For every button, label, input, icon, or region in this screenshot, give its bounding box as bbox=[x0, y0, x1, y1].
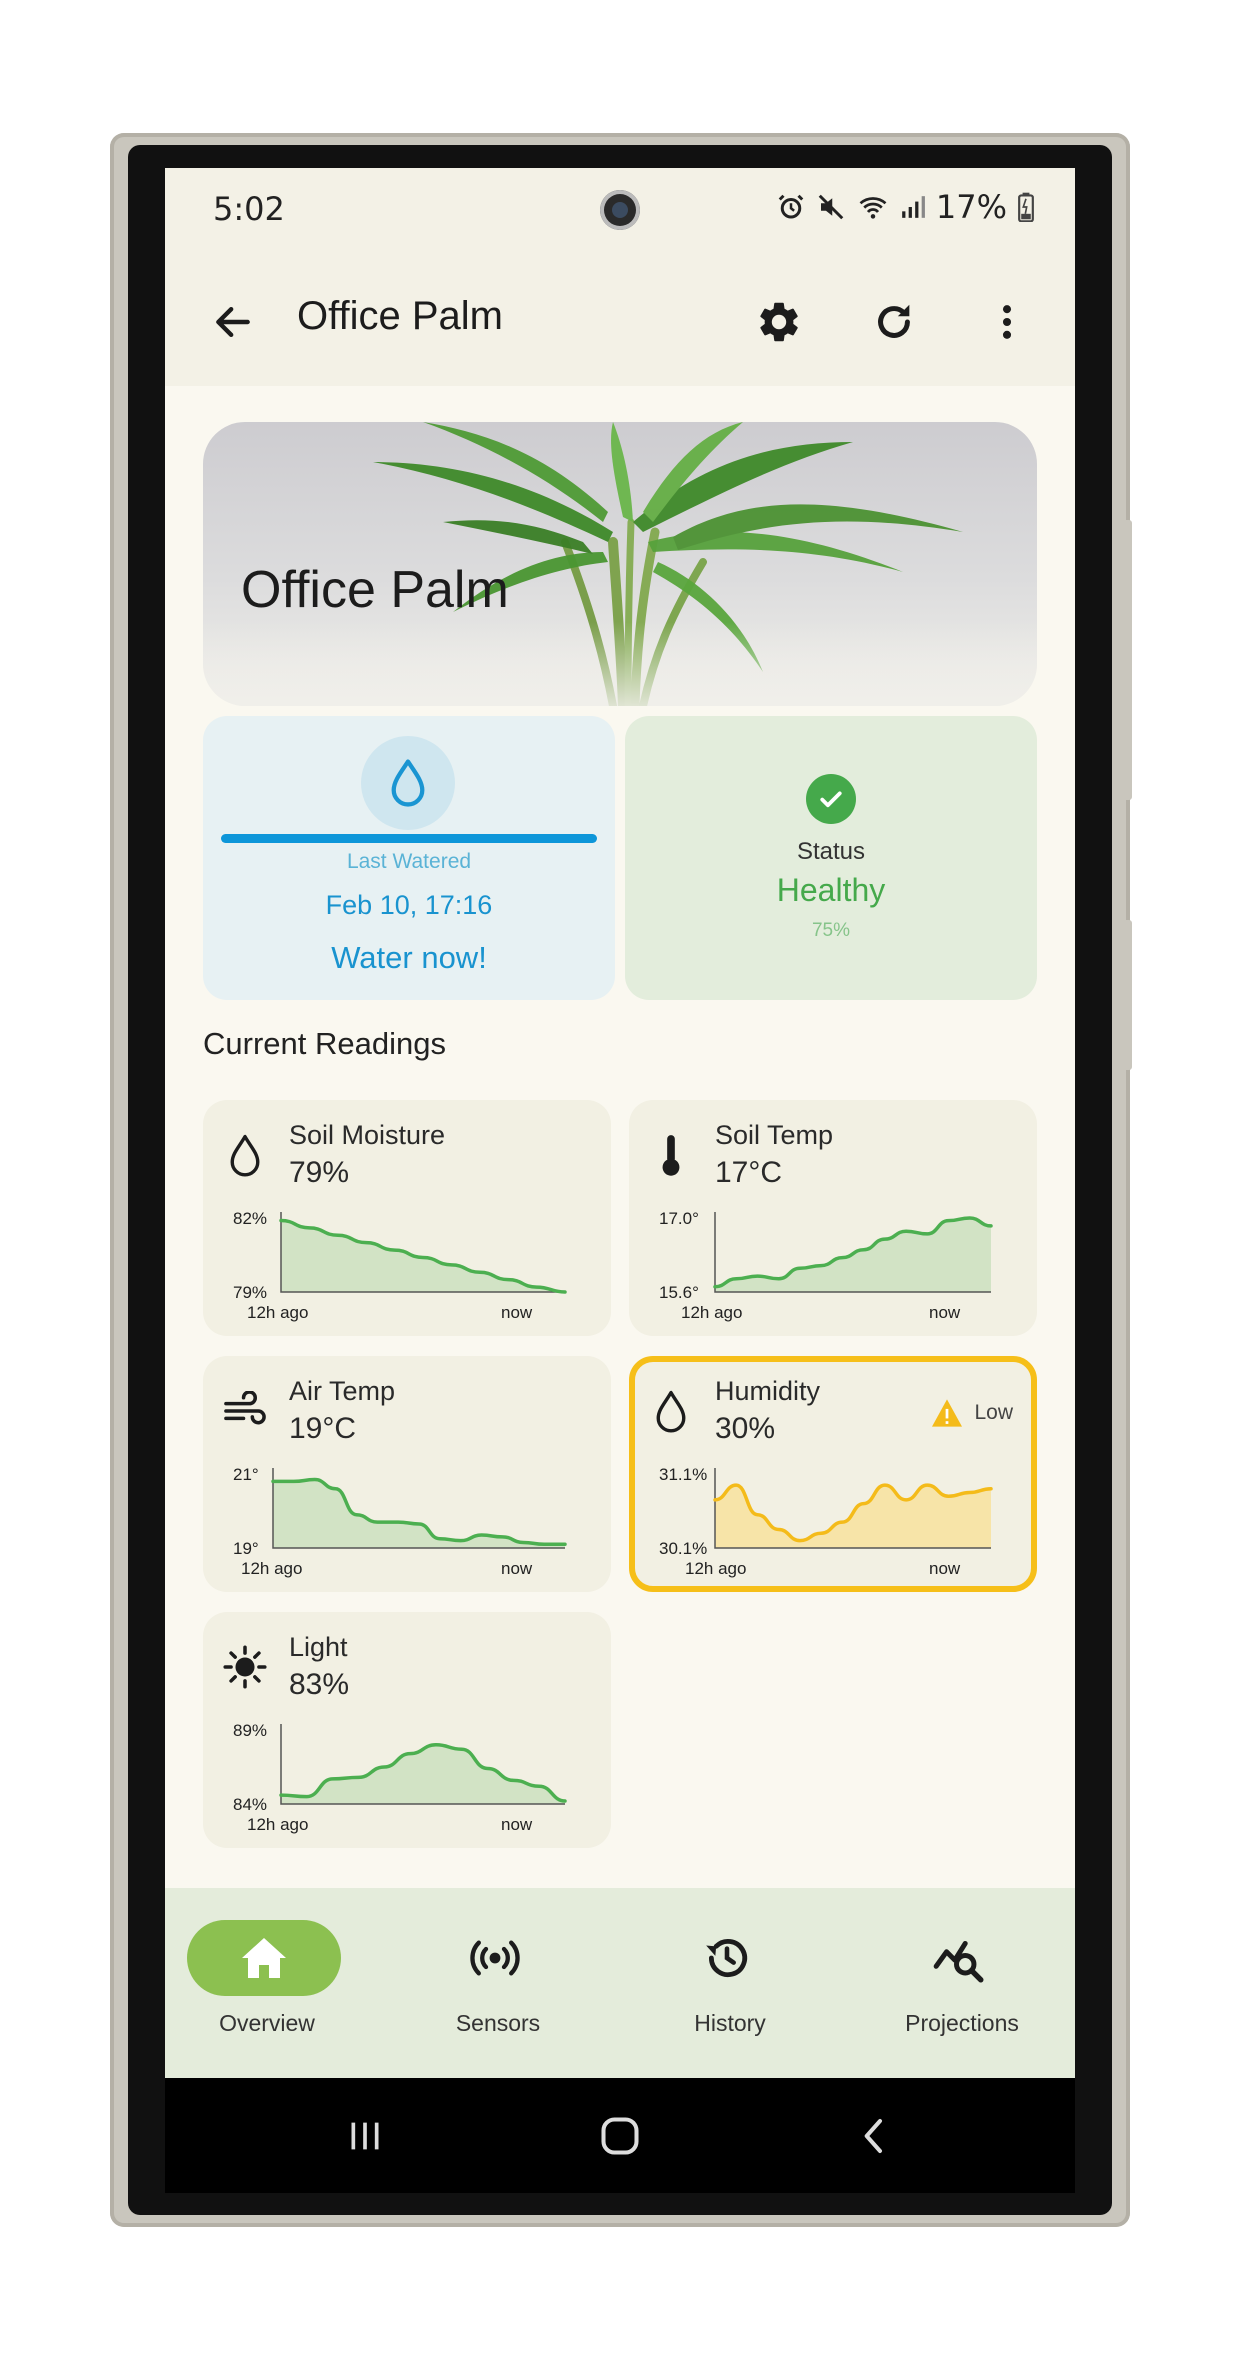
front-camera bbox=[600, 190, 640, 230]
x-end-label: now bbox=[501, 1303, 533, 1322]
back-arrow-icon bbox=[216, 306, 250, 338]
battery-percent: 17% bbox=[935, 188, 1007, 226]
status-card: Status Healthy 75% bbox=[625, 716, 1037, 1000]
nav-label: Sensors bbox=[455, 2010, 541, 2036]
water-now-button[interactable]: Water now! bbox=[203, 940, 615, 976]
status-icons: 17% bbox=[776, 188, 1035, 226]
sensor-card-air-temp[interactable]: Air Temp 19°C 21° 19° 12h ago now bbox=[203, 1356, 611, 1592]
app-bar-title: Office Palm bbox=[297, 294, 503, 338]
system-navigation-bar bbox=[165, 2078, 1075, 2193]
history-icon bbox=[706, 1938, 748, 1978]
nav-item-overview[interactable]: Overview bbox=[165, 1920, 377, 2050]
sensor-chart: 31.1% 30.1% 12h ago now bbox=[659, 1465, 993, 1578]
y-min-label: 19° bbox=[233, 1539, 259, 1558]
y-min-label: 15.6° bbox=[659, 1283, 699, 1302]
status-bar: 5:02 17% bbox=[165, 168, 1075, 258]
refresh-button[interactable] bbox=[862, 290, 926, 354]
x-end-label: now bbox=[929, 1559, 961, 1578]
home-circle-icon bbox=[601, 2117, 639, 2155]
more-options-button[interactable] bbox=[975, 290, 1039, 354]
projections-icon bbox=[933, 1940, 984, 1983]
nav-label: History bbox=[694, 2010, 766, 2036]
battery-icon bbox=[1018, 192, 1034, 222]
nav-label: Overview bbox=[219, 2010, 315, 2036]
gear-icon bbox=[760, 302, 798, 342]
y-max-label: 21° bbox=[233, 1465, 259, 1484]
y-max-label: 89% bbox=[233, 1721, 267, 1740]
nav-item-projections[interactable]: Projections bbox=[852, 1920, 1072, 2050]
nav-pill bbox=[882, 1920, 1036, 1996]
nav-label: Projections bbox=[905, 2010, 1019, 2036]
back-system-button[interactable] bbox=[845, 2106, 905, 2166]
sensor-card-soil-temp[interactable]: Soil Temp 17°C 17.0° 15.6° 12h ago now bbox=[629, 1100, 1037, 1336]
nav-pill bbox=[650, 1920, 804, 1996]
app-bar: Office Palm bbox=[165, 258, 1075, 386]
sensor-card-soil-moisture[interactable]: Soil Moisture 79% 82% 79% 12h ago now bbox=[203, 1100, 611, 1336]
alarm-icon bbox=[778, 194, 804, 219]
status-time: 5:02 bbox=[213, 190, 285, 228]
power-button bbox=[1122, 920, 1132, 1070]
x-start-label: 12h ago bbox=[681, 1303, 742, 1322]
y-min-label: 79% bbox=[233, 1283, 267, 1302]
chart-area bbox=[281, 1744, 565, 1804]
sensor-chart: 89% 84% 12h ago now bbox=[233, 1721, 567, 1834]
signal-icon bbox=[902, 196, 925, 218]
more-vert-icon bbox=[1002, 305, 1012, 339]
last-watered-label: Last Watered bbox=[346, 850, 472, 873]
plant-hero-image: Office Palm bbox=[203, 422, 1037, 706]
recents-button[interactable] bbox=[335, 2106, 395, 2166]
mute-icon bbox=[818, 194, 844, 220]
last-watered-date: Feb 10, 17:16 bbox=[325, 890, 493, 920]
y-max-label: 82% bbox=[233, 1209, 267, 1228]
settings-button[interactable] bbox=[747, 290, 811, 354]
sensor-chart: 82% 79% 12h ago now bbox=[233, 1209, 567, 1322]
sensor-chart: 21° 19° 12h ago now bbox=[233, 1465, 567, 1578]
nav-active-pill bbox=[187, 1920, 341, 1996]
sensor-card-light[interactable]: Light 83% 89% 84% 12h ago now bbox=[203, 1612, 611, 1848]
refresh-icon bbox=[878, 304, 910, 338]
status-label: Status bbox=[796, 838, 866, 865]
nav-item-history[interactable]: History bbox=[620, 1920, 840, 2050]
x-end-label: now bbox=[929, 1303, 961, 1322]
status-value: Healthy bbox=[776, 872, 886, 908]
y-min-label: 84% bbox=[233, 1795, 267, 1814]
x-end-label: now bbox=[501, 1559, 533, 1578]
chart-area bbox=[273, 1479, 565, 1548]
x-start-label: 12h ago bbox=[685, 1559, 746, 1578]
y-min-label: 30.1% bbox=[659, 1539, 707, 1558]
sensor-chart: 17.0° 15.6° 12h ago now bbox=[659, 1209, 993, 1322]
volume-button bbox=[1122, 520, 1132, 800]
check-circle-icon bbox=[806, 774, 856, 824]
x-start-label: 12h ago bbox=[247, 1815, 308, 1834]
back-button[interactable] bbox=[201, 290, 265, 354]
health-percent: 75% bbox=[811, 920, 851, 941]
water-drop-badge bbox=[361, 736, 455, 830]
sensor-card-humidity[interactable]: Humidity 30% Low 31.1% 30.1% 12h ago now bbox=[629, 1356, 1037, 1592]
y-max-label: 17.0° bbox=[659, 1209, 699, 1228]
wifi-icon bbox=[859, 197, 887, 219]
x-start-label: 12h ago bbox=[241, 1559, 302, 1578]
home-system-button[interactable] bbox=[590, 2106, 650, 2166]
nav-item-sensors[interactable]: Sensors bbox=[388, 1920, 608, 2050]
sensors-icon bbox=[470, 1940, 520, 1976]
x-end-label: now bbox=[501, 1815, 533, 1834]
watering-card[interactable]: Last Watered Feb 10, 17:16 Water now! bbox=[203, 716, 615, 1000]
nav-pill bbox=[418, 1920, 572, 1996]
y-max-label: 31.1% bbox=[659, 1465, 707, 1484]
back-chevron-icon bbox=[864, 2119, 882, 2153]
section-title: Current Readings bbox=[203, 1026, 446, 1061]
recents-icon bbox=[351, 2122, 379, 2150]
x-start-label: 12h ago bbox=[247, 1303, 308, 1322]
screen: 5:02 17% Office Palm Office Palm Last Wa… bbox=[165, 168, 1075, 2193]
plant-name: Office Palm bbox=[241, 561, 509, 619]
water-drop-icon bbox=[391, 759, 425, 807]
bottom-navigation: Overview Sensors History Projections bbox=[165, 1888, 1075, 2078]
water-progress-bar bbox=[221, 834, 597, 843]
home-icon bbox=[242, 1938, 286, 1978]
